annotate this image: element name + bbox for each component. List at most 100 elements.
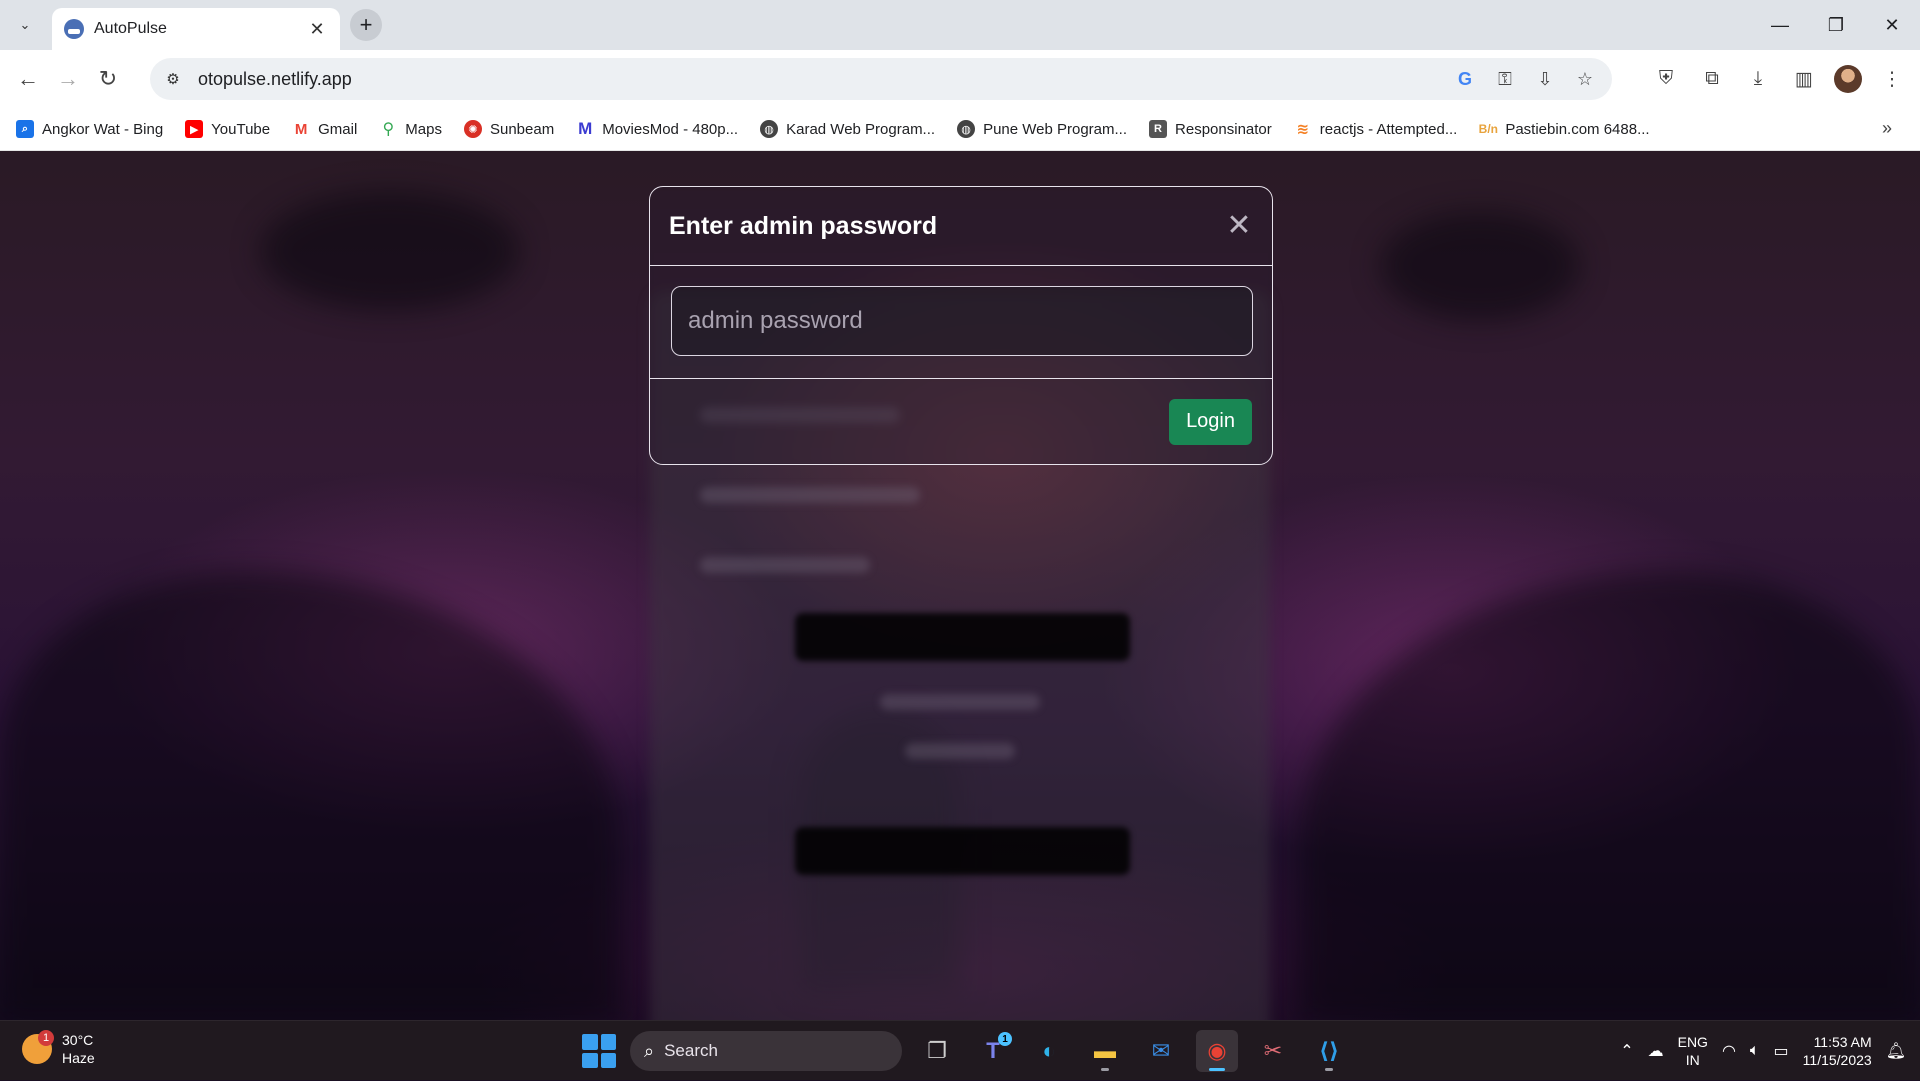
background-shape [1380, 211, 1580, 321]
browser-toolbar: ← → ↻ ⚙ otopulse.netlify.app G ⚿ ⇩ ☆ ⛨ ⧉… [0, 50, 1920, 108]
minimize-button[interactable]: — [1752, 0, 1808, 50]
stackoverflow-icon: ≋ [1293, 120, 1312, 138]
modal-footer: Login [650, 379, 1272, 464]
background-shape [0, 571, 620, 1020]
bookmark-item[interactable]: R Responsinator [1149, 120, 1272, 138]
region-code: IN [1685, 1052, 1700, 1068]
blurred-field [700, 487, 920, 503]
bookmark-label: reactjs - Attempted... [1319, 120, 1458, 138]
google-lens-icon[interactable]: G [1452, 66, 1478, 92]
password-key-icon[interactable]: ⚿ [1492, 66, 1518, 92]
notification-bell-icon[interactable]: 🔔︎ [1886, 1041, 1906, 1061]
volume-icon[interactable]: 🔈︎ [1750, 1042, 1760, 1060]
weather-temperature: 30°C [62, 1032, 94, 1048]
youtube-icon: ▶ [185, 120, 204, 138]
snipping-tool-icon[interactable]: ✂ [1252, 1030, 1294, 1072]
admin-password-modal: Enter admin password ✕ Login [649, 186, 1273, 465]
taskbar: 1 30°C Haze ⌕ Search ❐ T 1 ◐ ▬ ✉ ◉ ✂ ⟨⟩ … [0, 1020, 1920, 1080]
bookmark-item[interactable]: M MoviesMod - 480p... [576, 119, 739, 138]
menu-kebab-icon[interactable]: ⋮ [1876, 63, 1908, 95]
bookmark-item[interactable]: ▶ YouTube [185, 120, 270, 138]
background-shape [1300, 571, 1920, 1020]
close-window-button[interactable]: ✕ [1864, 0, 1920, 50]
wifi-icon[interactable]: ◠ [1722, 1041, 1736, 1061]
mail-icon[interactable]: ✉ [1140, 1030, 1182, 1072]
bookmark-label: Sunbeam [489, 120, 555, 138]
vscode-icon[interactable]: ⟨⟩ [1308, 1030, 1350, 1072]
reload-button[interactable]: ↻ [88, 59, 128, 99]
chrome-icon[interactable]: ◉ [1196, 1030, 1238, 1072]
new-tab-button[interactable]: + [350, 9, 382, 41]
bookmark-item[interactable]: ⚲ Maps [379, 120, 442, 138]
weather-badge: 1 [38, 1030, 54, 1046]
edge-icon[interactable]: ◐ [1028, 1030, 1070, 1072]
teams-icon[interactable]: T 1 [972, 1030, 1014, 1072]
restore-button[interactable]: ❐ [1808, 0, 1864, 50]
close-tab-icon[interactable]: ✕ [306, 19, 328, 40]
more-bookmarks-icon[interactable]: » [1882, 118, 1892, 139]
search-icon: ⌕ [16, 120, 34, 138]
bookmark-item[interactable]: ≋ reactjs - Attempted... [1293, 120, 1458, 138]
address-bar[interactable]: ⚙ otopulse.netlify.app G ⚿ ⇩ ☆ [150, 58, 1612, 100]
downloads-icon[interactable]: ⤓ [1742, 63, 1774, 95]
profile-avatar[interactable] [1834, 65, 1862, 93]
window-controls: — ❐ ✕ [1752, 0, 1920, 50]
bookmark-item[interactable]: ◍ Pune Web Program... [957, 120, 1127, 138]
weather-widget[interactable]: 1 30°C Haze [22, 1030, 95, 1067]
tab-search-button[interactable]: ⌄ [12, 12, 38, 38]
clock[interactable]: 11:53 AM 11/15/2023 [1803, 1033, 1872, 1069]
bookmark-item[interactable]: B/n Pastiebin.com 6488... [1479, 120, 1650, 138]
extensions-icon[interactable]: ⧉ [1696, 63, 1728, 95]
install-app-icon[interactable]: ⇩ [1532, 66, 1558, 92]
taskbar-search[interactable]: ⌕ Search [630, 1031, 902, 1071]
back-button[interactable]: ← [8, 59, 48, 99]
bookmark-item[interactable]: ⌕ Angkor Wat - Bing [16, 120, 163, 138]
bookmark-label: Responsinator [1175, 120, 1272, 138]
forward-button[interactable]: → [48, 59, 88, 99]
responsinator-icon: R [1149, 120, 1168, 138]
bookmark-label: Karad Web Program... [786, 120, 936, 138]
file-explorer-icon[interactable]: ▬ [1084, 1030, 1126, 1072]
admin-password-input[interactable] [671, 286, 1253, 356]
bookmarks-bar: ⌕ Angkor Wat - Bing ▶ YouTube M Gmail ⚲ … [0, 108, 1920, 151]
shield-extension-icon[interactable]: ⛨ [1650, 63, 1682, 95]
system-tray: ⌃ ☁ ENG IN ◠ 🔈︎ ▭ 11:53 AM 11/15/2023 🔔︎ [1620, 1021, 1906, 1081]
modal-title: Enter admin password [669, 211, 938, 240]
battery-icon[interactable]: ▭ [1774, 1041, 1789, 1061]
side-panel-icon[interactable]: ▥ [1788, 63, 1820, 95]
tab-bar: ⌄ AutoPulse ✕ + — ❐ ✕ [0, 0, 1920, 50]
tab-title: AutoPulse [94, 20, 167, 37]
language-indicator[interactable]: ENG IN [1678, 1033, 1708, 1069]
bookmark-item[interactable]: M Gmail [292, 120, 357, 138]
modal-body [650, 266, 1272, 379]
task-view-icon[interactable]: ❐ [916, 1030, 958, 1072]
gmail-icon: M [292, 120, 311, 138]
taskbar-search-label: Search [664, 1041, 718, 1060]
site-info-icon[interactable]: ⚙ [158, 64, 188, 94]
bookmark-label: MoviesMod - 480p... [602, 120, 739, 138]
language-code: ENG [1677, 1034, 1708, 1050]
autopulse-favicon-icon [64, 19, 84, 39]
taskbar-apps: ⌕ Search ❐ T 1 ◐ ▬ ✉ ◉ ✂ ⟨⟩ [582, 1029, 1350, 1073]
bookmark-label: Gmail [318, 120, 358, 138]
windows-start-icon[interactable] [582, 1034, 616, 1068]
globe-icon: ◍ [957, 120, 976, 138]
tab-autopulse[interactable]: AutoPulse ✕ [52, 8, 340, 50]
bookmark-label: YouTube [211, 120, 271, 138]
blurred-button [795, 827, 1130, 875]
login-button[interactable]: Login [1169, 398, 1252, 445]
url-text[interactable]: otopulse.netlify.app [198, 69, 1452, 90]
close-icon[interactable]: ✕ [1224, 211, 1254, 241]
blurred-button [795, 613, 1130, 661]
onedrive-icon[interactable]: ☁ [1648, 1041, 1664, 1061]
blurred-field [700, 557, 870, 573]
blurred-link [905, 743, 1015, 759]
chevron-up-icon[interactable]: ⌃ [1620, 1041, 1633, 1061]
globe-icon: ◍ [760, 120, 779, 138]
search-icon: ⌕ [644, 1040, 655, 1061]
bookmark-label: Pastiebin.com 6488... [1505, 120, 1650, 138]
bookmark-item[interactable]: ✺ Sunbeam [463, 120, 555, 138]
moviesmod-icon: M [576, 119, 595, 138]
bookmark-item[interactable]: ◍ Karad Web Program... [760, 120, 935, 138]
bookmark-star-icon[interactable]: ☆ [1572, 66, 1598, 92]
